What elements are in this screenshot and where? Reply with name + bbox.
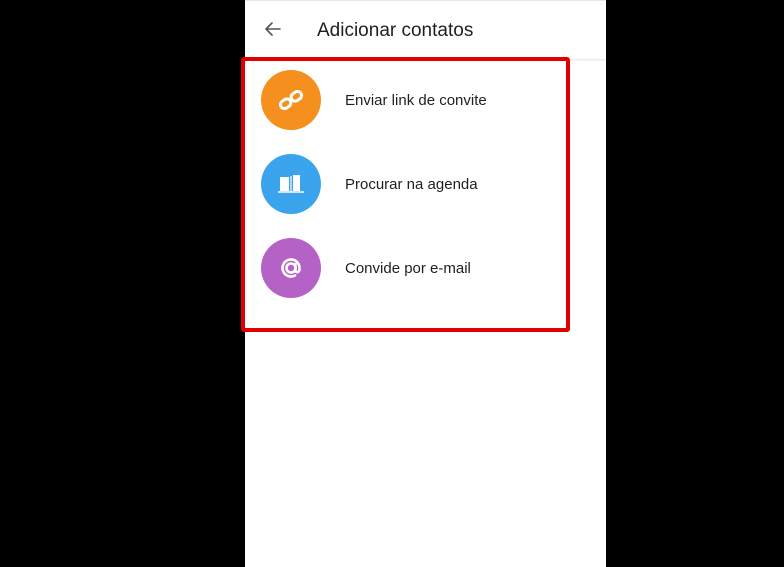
option-label: Convide por e-mail xyxy=(345,260,471,277)
app-screen: Adicionar contatos Enviar link de convit… xyxy=(245,0,606,567)
option-label: Procurar na agenda xyxy=(345,176,478,193)
invite-link-avatar xyxy=(261,70,321,130)
book-icon xyxy=(278,175,304,193)
option-invite-by-email[interactable]: Convide por e-mail xyxy=(245,227,606,311)
page-title: Adicionar contatos xyxy=(317,20,474,41)
at-sign-icon xyxy=(281,258,301,278)
option-send-invite-link[interactable]: Enviar link de convite xyxy=(245,59,606,143)
address-book-avatar xyxy=(261,154,321,214)
back-button[interactable] xyxy=(259,15,287,43)
option-label: Enviar link de convite xyxy=(345,92,487,109)
add-contact-options: Enviar link de convite Procurar na agend… xyxy=(245,59,606,311)
arrow-left-icon xyxy=(265,22,281,36)
top-app-bar: Adicionar contatos xyxy=(245,0,606,59)
option-search-address-book[interactable]: Procurar na agenda xyxy=(245,143,606,227)
link-icon xyxy=(278,89,304,111)
email-avatar xyxy=(261,238,321,298)
